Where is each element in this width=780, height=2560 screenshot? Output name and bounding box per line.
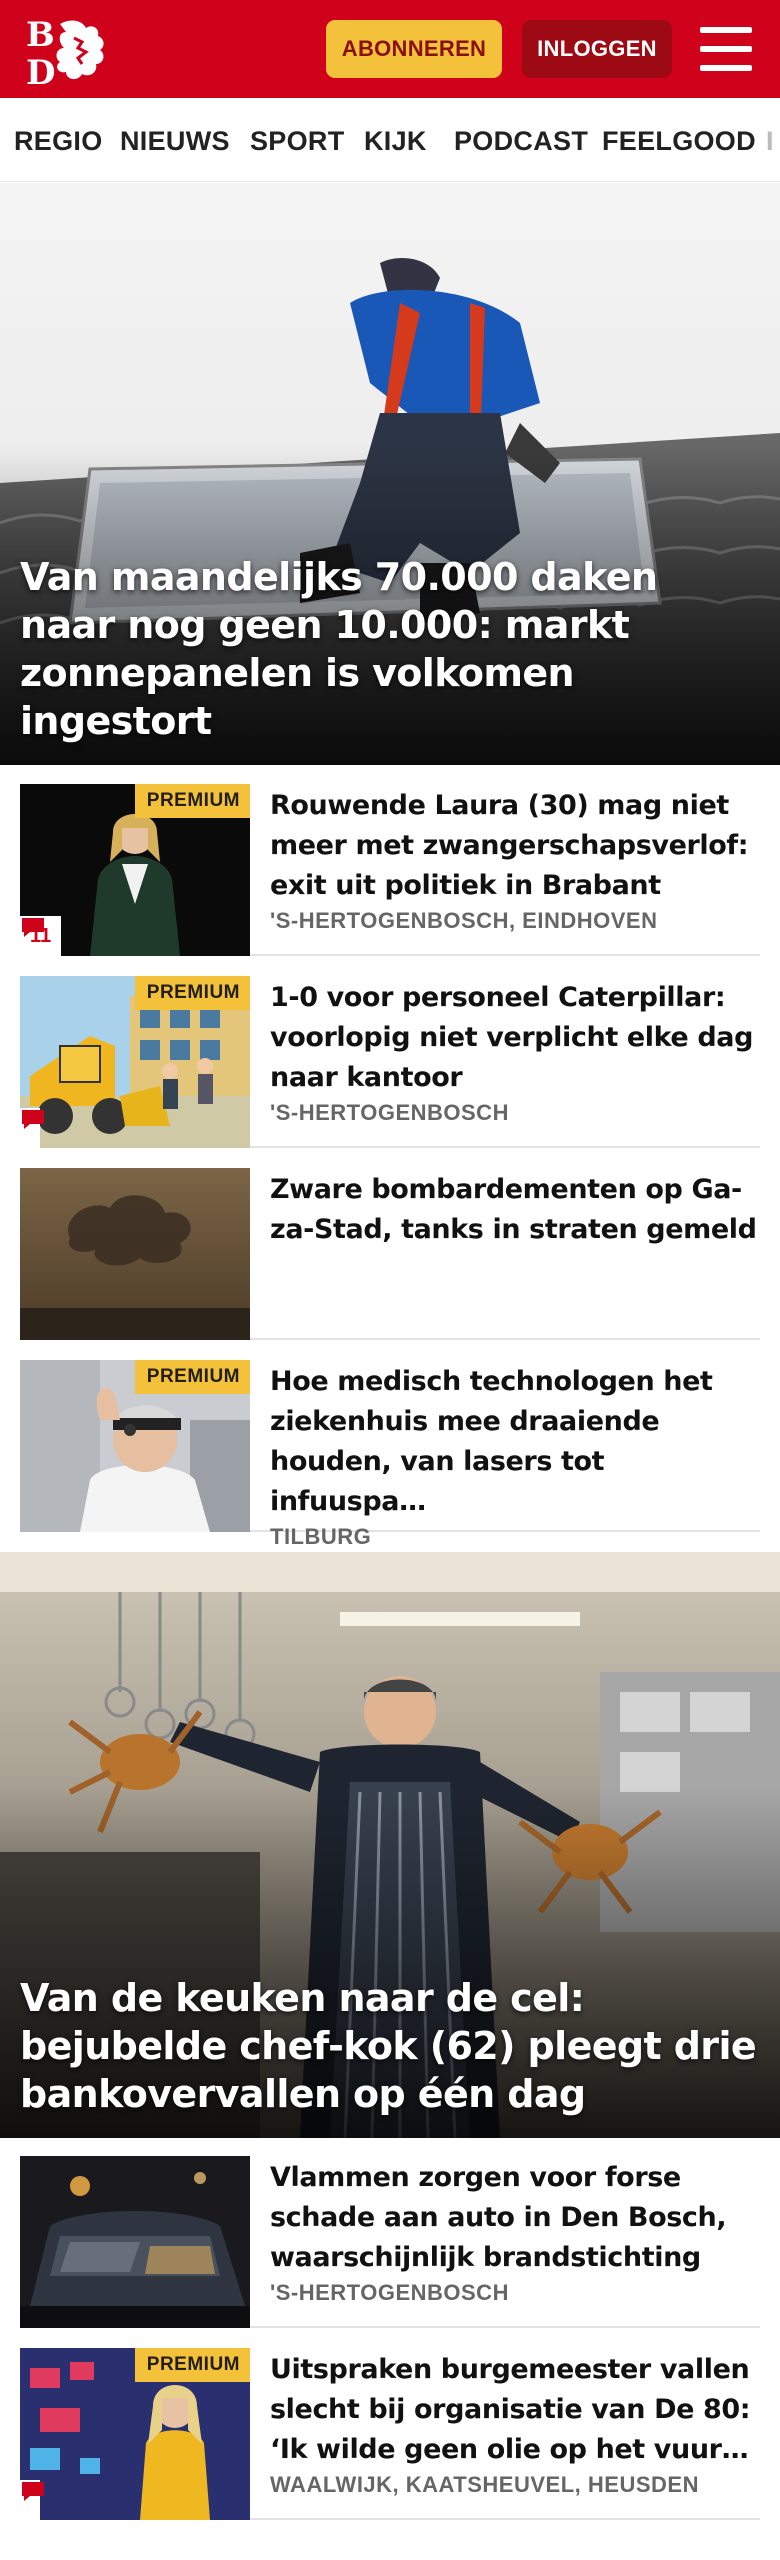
list-item[interactable]: PREMIUM Uitspraken burgemeester vallen s…	[20, 2348, 760, 2520]
premium-badge: PREMIUM	[134, 1360, 250, 1394]
svg-text:B: B	[26, 15, 55, 55]
comment-icon	[22, 1110, 44, 1129]
article-title[interactable]: 1-0 voor personeel Caterpillar: voorlopi…	[270, 978, 760, 1098]
bd-logo[interactable]: B D	[22, 12, 122, 93]
article-location: 'S-HERTOGENBOSCH, EINDHOVEN	[270, 908, 658, 933]
article-thumbnail: PREMIUM 11	[20, 784, 250, 956]
hero-article-chef[interactable]: Van de keuken naar de cel: bejubelde che…	[0, 1552, 780, 2138]
subscribe-button[interactable]: ABONNEREN	[326, 20, 502, 78]
premium-badge: PREMIUM	[134, 976, 250, 1010]
nav-overflow-indicator: I	[766, 126, 774, 156]
nav-item-sport[interactable]: SPORT	[250, 126, 345, 157]
comment-icon	[22, 918, 44, 937]
article-thumbnail	[20, 2156, 250, 2328]
article-title[interactable]: Rouwende Laura (30) mag niet meer met zw…	[270, 786, 760, 906]
nav-item-regio[interactable]: REGIO	[14, 126, 103, 157]
article-title[interactable]: Hoe medisch technologen het ziekenhuis m…	[270, 1362, 760, 1522]
nav-item-podcast[interactable]: PODCAST	[454, 126, 588, 157]
article-location: 'S-HERTOGENBOSCH	[270, 2280, 509, 2305]
comment-icon	[22, 2482, 44, 2501]
section-nav: REGIO NIEUWS SPORT KIJK PODCAST FEELGOOD…	[0, 98, 780, 182]
nav-item-kijk[interactable]: KIJK	[364, 126, 427, 157]
hero-headline[interactable]: Van de keuken naar de cel: bejubelde che…	[20, 1974, 760, 2118]
article-thumbnail: PREMIUM	[20, 2348, 250, 2520]
article-thumbnail: PREMIUM	[20, 976, 250, 1148]
article-title[interactable]: Vlammen zorgen voor forse schade aan aut…	[270, 2158, 760, 2278]
hero-headline[interactable]: Van maandelijks 70.000 daken naar nog ge…	[20, 553, 760, 745]
comment-button[interactable]	[20, 1108, 44, 1148]
comment-count[interactable]: 11	[20, 916, 62, 956]
article-thumbnail	[20, 1168, 250, 1340]
list-item[interactable]: PREMIUM 1-0 voor personeel Caterpillar: …	[20, 976, 760, 1148]
list-item[interactable]: PREMIUM Hoe medisch technologen het ziek…	[20, 1360, 760, 1549]
article-title[interactable]: Zware bombardementen op Ga­za-Stad, tank…	[270, 1170, 760, 1250]
svg-text:D: D	[26, 53, 55, 88]
premium-badge: PREMIUM	[134, 784, 250, 818]
nav-item-nieuws[interactable]: NIEUWS	[120, 126, 230, 157]
premium-badge: PREMIUM	[134, 2348, 250, 2382]
top-bar: B D ABONNEREN INLOGGEN	[0, 0, 780, 98]
login-button[interactable]: INLOGGEN	[522, 20, 672, 78]
article-thumbnail: PREMIUM	[20, 1360, 250, 1532]
hamburger-icon[interactable]	[700, 27, 752, 71]
hero-article-solar[interactable]: Van maandelijks 70.000 daken naar nog ge…	[0, 183, 780, 765]
article-location: WAALWIJK, KAATSHEUVEL, HEUSDEN	[270, 2472, 699, 2497]
list-item[interactable]: Zware bombardementen op Ga­za-Stad, tank…	[20, 1168, 760, 1340]
article-location: 'S-HERTOGENBOSCH	[270, 1100, 509, 1125]
article-title[interactable]: Uitspraken burgemeester vallen slecht bi…	[270, 2350, 760, 2470]
article-location: TILBURG	[270, 1524, 372, 1549]
list-item[interactable]: PREMIUM 11 Rouwende Laura (30) mag niet …	[20, 784, 760, 956]
comment-button[interactable]	[20, 2480, 44, 2520]
nav-item-feelgood[interactable]: FEELGOOD	[602, 126, 756, 157]
list-item[interactable]: Vlammen zorgen voor forse schade aan aut…	[20, 2156, 760, 2328]
